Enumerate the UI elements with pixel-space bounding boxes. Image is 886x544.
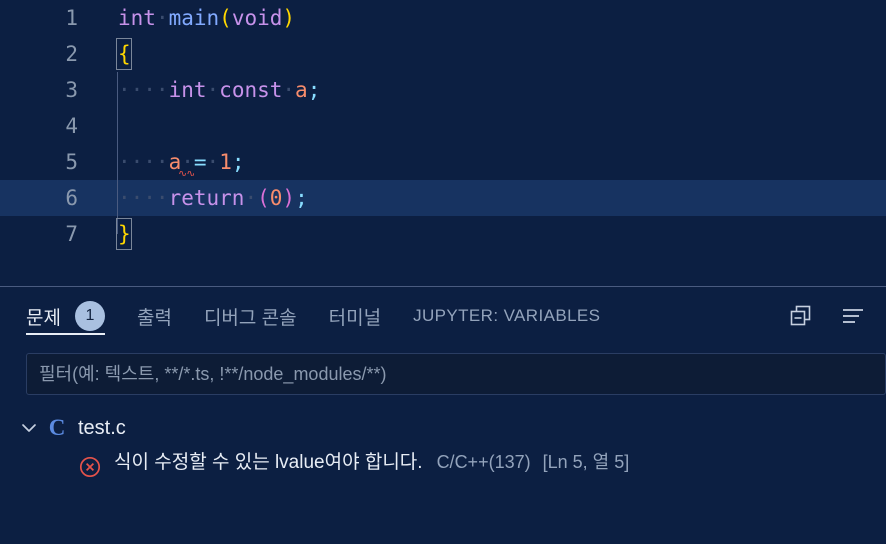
problem-message: 식이 수정할 수 있는 lvalue여야 합니다. xyxy=(114,452,423,473)
panel-tab-1[interactable]: 출력 xyxy=(137,287,172,345)
c-file-icon: C xyxy=(48,415,66,440)
line-number: 1 xyxy=(65,6,78,30)
code-line[interactable]: 4 xyxy=(0,108,886,144)
problems-filter-bar xyxy=(26,353,886,395)
problems-filter-input[interactable] xyxy=(26,353,886,395)
line-number: 5 xyxy=(65,150,78,174)
panel-tab-4[interactable]: JUPYTER: VARIABLES xyxy=(413,287,600,345)
collapse-all-icon[interactable] xyxy=(788,303,814,329)
error-icon xyxy=(78,455,102,479)
chevron-down-icon[interactable] xyxy=(14,413,44,443)
code-text: } xyxy=(118,222,131,246)
code-line[interactable]: 5 ····a·=·1; xyxy=(0,144,886,180)
problem-count-badge: 1 xyxy=(74,301,105,331)
panel-tab-label: 문제 xyxy=(26,307,61,329)
panel-tab-label: 출력 xyxy=(136,307,172,329)
indent-guide xyxy=(117,72,118,234)
panel-tab-3[interactable]: 터미널 xyxy=(329,287,381,345)
active-tab-underline xyxy=(26,333,105,335)
panel-tab-0[interactable]: 문제 1 xyxy=(26,287,105,345)
vscode-window: 1 int·main(void) 2{3 ····int·const·a; 4 5 ····… xyxy=(0,0,886,544)
problem-row[interactable]: 식이 수정할 수 있는 lvalue여야 합니다. C/C++(137) [Ln… xyxy=(0,447,886,487)
code-line[interactable]: 6 ····return·(0); xyxy=(0,180,886,216)
problems-file-row[interactable]: C test.c xyxy=(0,409,886,447)
panel-tab-label: JUPYTER: VARIABLES xyxy=(413,306,601,325)
problems-tree: C test.c 식이 수정할 수 있는 lvalue여야 합니다. C/C++… xyxy=(0,409,886,487)
problems-file-name: test.c xyxy=(78,416,126,439)
problem-location: [Ln 5, 열 5] xyxy=(542,452,630,472)
code-text: ····return·(0); xyxy=(118,186,308,210)
code-line[interactable]: 3 ····int·const·a; xyxy=(0,72,886,108)
line-number: 4 xyxy=(65,114,78,138)
error-squiggle: ∿∿∿ xyxy=(178,171,194,176)
panel-tab-bar: 문제 1 출력 디버그 콘솔 터미널 JUPYTER: VARIABLES xyxy=(0,287,886,345)
line-number: 3 xyxy=(65,78,78,102)
line-number: 6 xyxy=(65,186,78,210)
code-text: { xyxy=(118,42,131,66)
code-line[interactable]: 1 int·main(void) xyxy=(0,0,886,36)
panel-tab-label: 터미널 xyxy=(328,307,382,329)
line-number: 7 xyxy=(65,222,78,246)
code-line[interactable]: 7} xyxy=(0,216,886,252)
code-text: int·main(void) xyxy=(118,6,296,30)
panel-tab-2[interactable]: 디버그 콘솔 xyxy=(204,287,297,345)
code-text: ····int·const·a; xyxy=(118,78,321,102)
panel-actions xyxy=(788,287,866,345)
panel-tab-label: 디버그 콘솔 xyxy=(203,307,297,329)
bottom-panel: 문제 1 출력 디버그 콘솔 터미널 JUPYTER: VARIABLES 필터… xyxy=(0,286,886,544)
code-editor[interactable]: 1 int·main(void) 2{3 ····int·const·a; 4 5 ····… xyxy=(0,0,886,286)
code-line[interactable]: 2{ xyxy=(0,36,886,72)
problem-source: C/C++(137) xyxy=(436,452,531,472)
view-options-icon[interactable] xyxy=(840,303,866,329)
line-number: 2 xyxy=(65,42,78,66)
